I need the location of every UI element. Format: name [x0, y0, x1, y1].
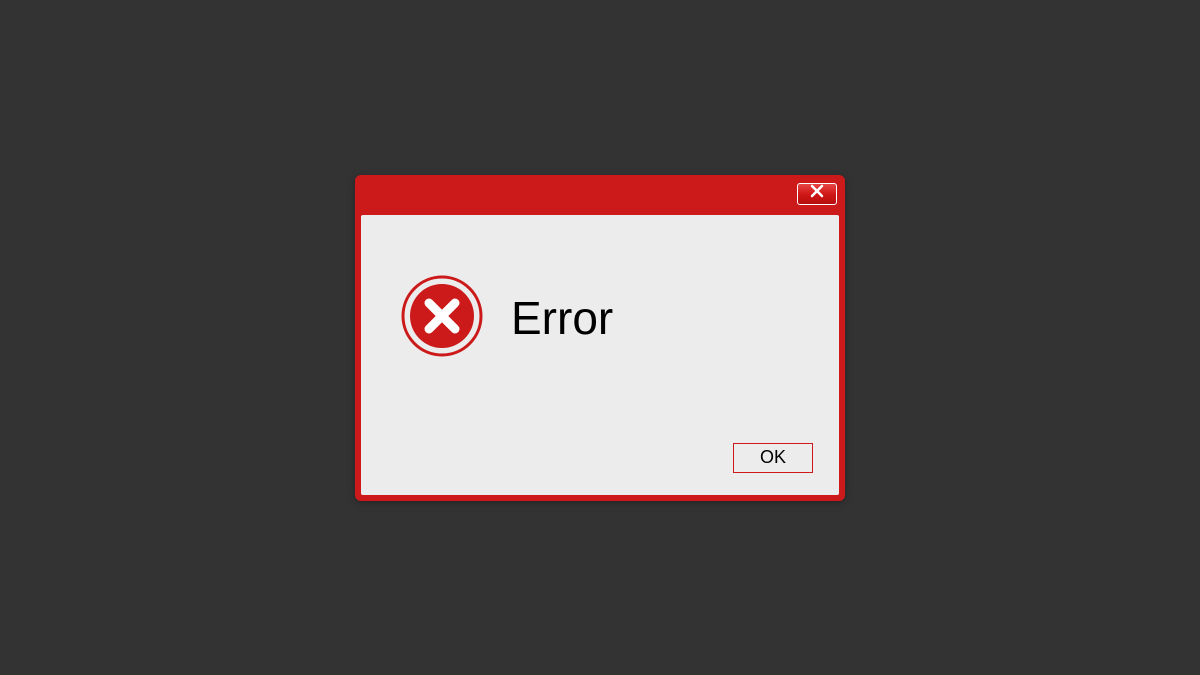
titlebar [361, 181, 839, 215]
error-x-icon [401, 275, 483, 362]
ok-button[interactable]: OK [733, 443, 813, 473]
close-button[interactable] [797, 183, 837, 205]
content-area: Error [361, 215, 839, 362]
button-area: OK [733, 443, 813, 473]
close-icon [810, 184, 824, 203]
dialog-body: Error OK [361, 215, 839, 495]
error-message: Error [511, 291, 613, 345]
error-dialog: Error OK [355, 175, 845, 501]
